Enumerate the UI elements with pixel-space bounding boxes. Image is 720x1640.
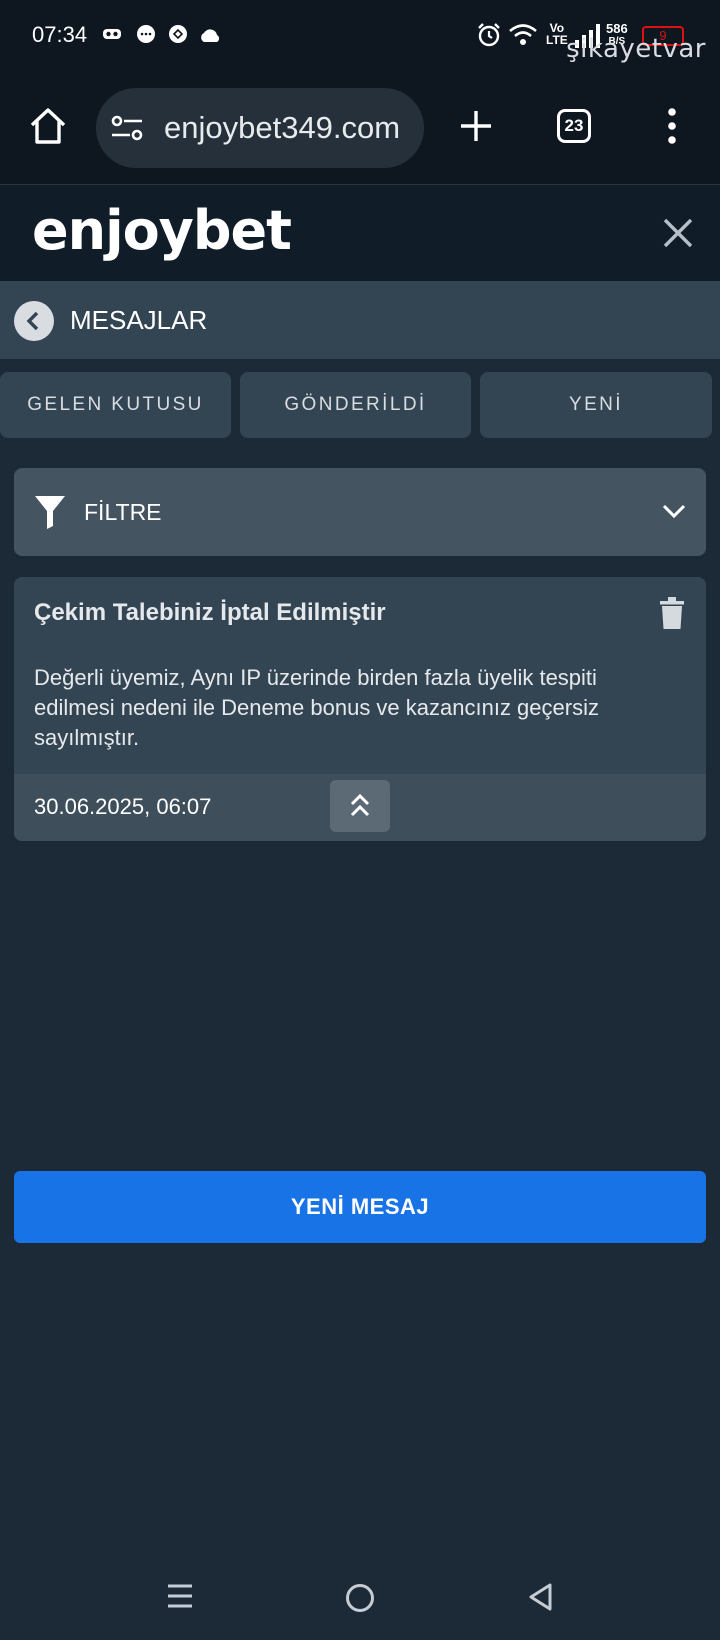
- tab-label: GELEN KUTUSU: [27, 394, 204, 415]
- app-notification-icon: [169, 25, 187, 43]
- home-icon[interactable]: [28, 106, 68, 146]
- status-bar: 07:34 Vo LTE 586 B/S 9 şikayetvar: [0, 0, 720, 76]
- tab-label: GÖNDERİLDİ: [284, 394, 427, 415]
- address-bar[interactable]: enjoybet349.com: [96, 88, 424, 168]
- tab-new[interactable]: YENİ: [480, 372, 712, 438]
- tab-inbox[interactable]: GELEN KUTUSU: [0, 372, 231, 438]
- volte-indicator: Vo LTE: [546, 22, 568, 46]
- vr-app-icon: [103, 29, 121, 39]
- watermark: şikayetvar: [566, 34, 706, 64]
- recents-icon[interactable]: [166, 1582, 194, 1610]
- alarm-icon: [478, 23, 500, 47]
- back-button[interactable]: [14, 301, 54, 341]
- wifi-icon: [509, 24, 537, 45]
- status-time: 07:34: [32, 22, 88, 47]
- home-nav-icon[interactable]: [344, 1582, 376, 1614]
- filter-dropdown[interactable]: FİLTRE: [14, 468, 706, 556]
- url-text[interactable]: enjoybet349.com: [164, 110, 400, 146]
- message-footer: 30.06.2025, 06:07: [14, 774, 706, 841]
- tab-switcher-button[interactable]: 23: [557, 109, 591, 143]
- filter-label: FİLTRE: [84, 499, 162, 525]
- tab-sent[interactable]: GÖNDERİLDİ: [240, 372, 471, 438]
- chevron-down-icon: [662, 504, 686, 519]
- tab-count: 23: [564, 116, 584, 135]
- cloud-icon: [201, 29, 220, 42]
- filter-icon: [35, 496, 65, 529]
- new-tab-icon[interactable]: [458, 108, 494, 144]
- site-header: enjoybet: [0, 185, 720, 281]
- chat-notification-icon: [137, 25, 155, 43]
- new-message-label: YENİ MESAJ: [290, 1194, 430, 1219]
- message-date: 30.06.2025, 06:07: [34, 794, 212, 819]
- close-icon[interactable]: [662, 217, 694, 249]
- message-body: Değerli üyemiz, Aynı IP üzerinde birden …: [34, 665, 599, 750]
- messages-header: MESAJLAR: [0, 281, 720, 359]
- message-title: Çekim Talebiniz İptal Edilmiştir: [34, 599, 386, 626]
- double-chevron-up-icon: [350, 793, 370, 817]
- page-title: MESAJLAR: [70, 305, 208, 335]
- lte-label: LTE: [546, 33, 568, 47]
- site-settings-icon[interactable]: [110, 114, 144, 142]
- back-nav-icon[interactable]: [526, 1582, 556, 1612]
- new-message-button[interactable]: YENİ MESAJ: [14, 1171, 706, 1243]
- browser-toolbar: enjoybet349.com 23: [0, 76, 720, 185]
- more-menu-icon[interactable]: [664, 106, 680, 146]
- trash-icon[interactable]: [659, 597, 685, 629]
- message-card: Çekim Talebiniz İptal Edilmiştir Değerli…: [14, 577, 706, 841]
- site-logo[interactable]: enjoybet: [32, 199, 292, 262]
- tab-label: YENİ: [569, 394, 623, 415]
- collapse-button[interactable]: [330, 780, 390, 832]
- chevron-left-icon: [26, 311, 39, 331]
